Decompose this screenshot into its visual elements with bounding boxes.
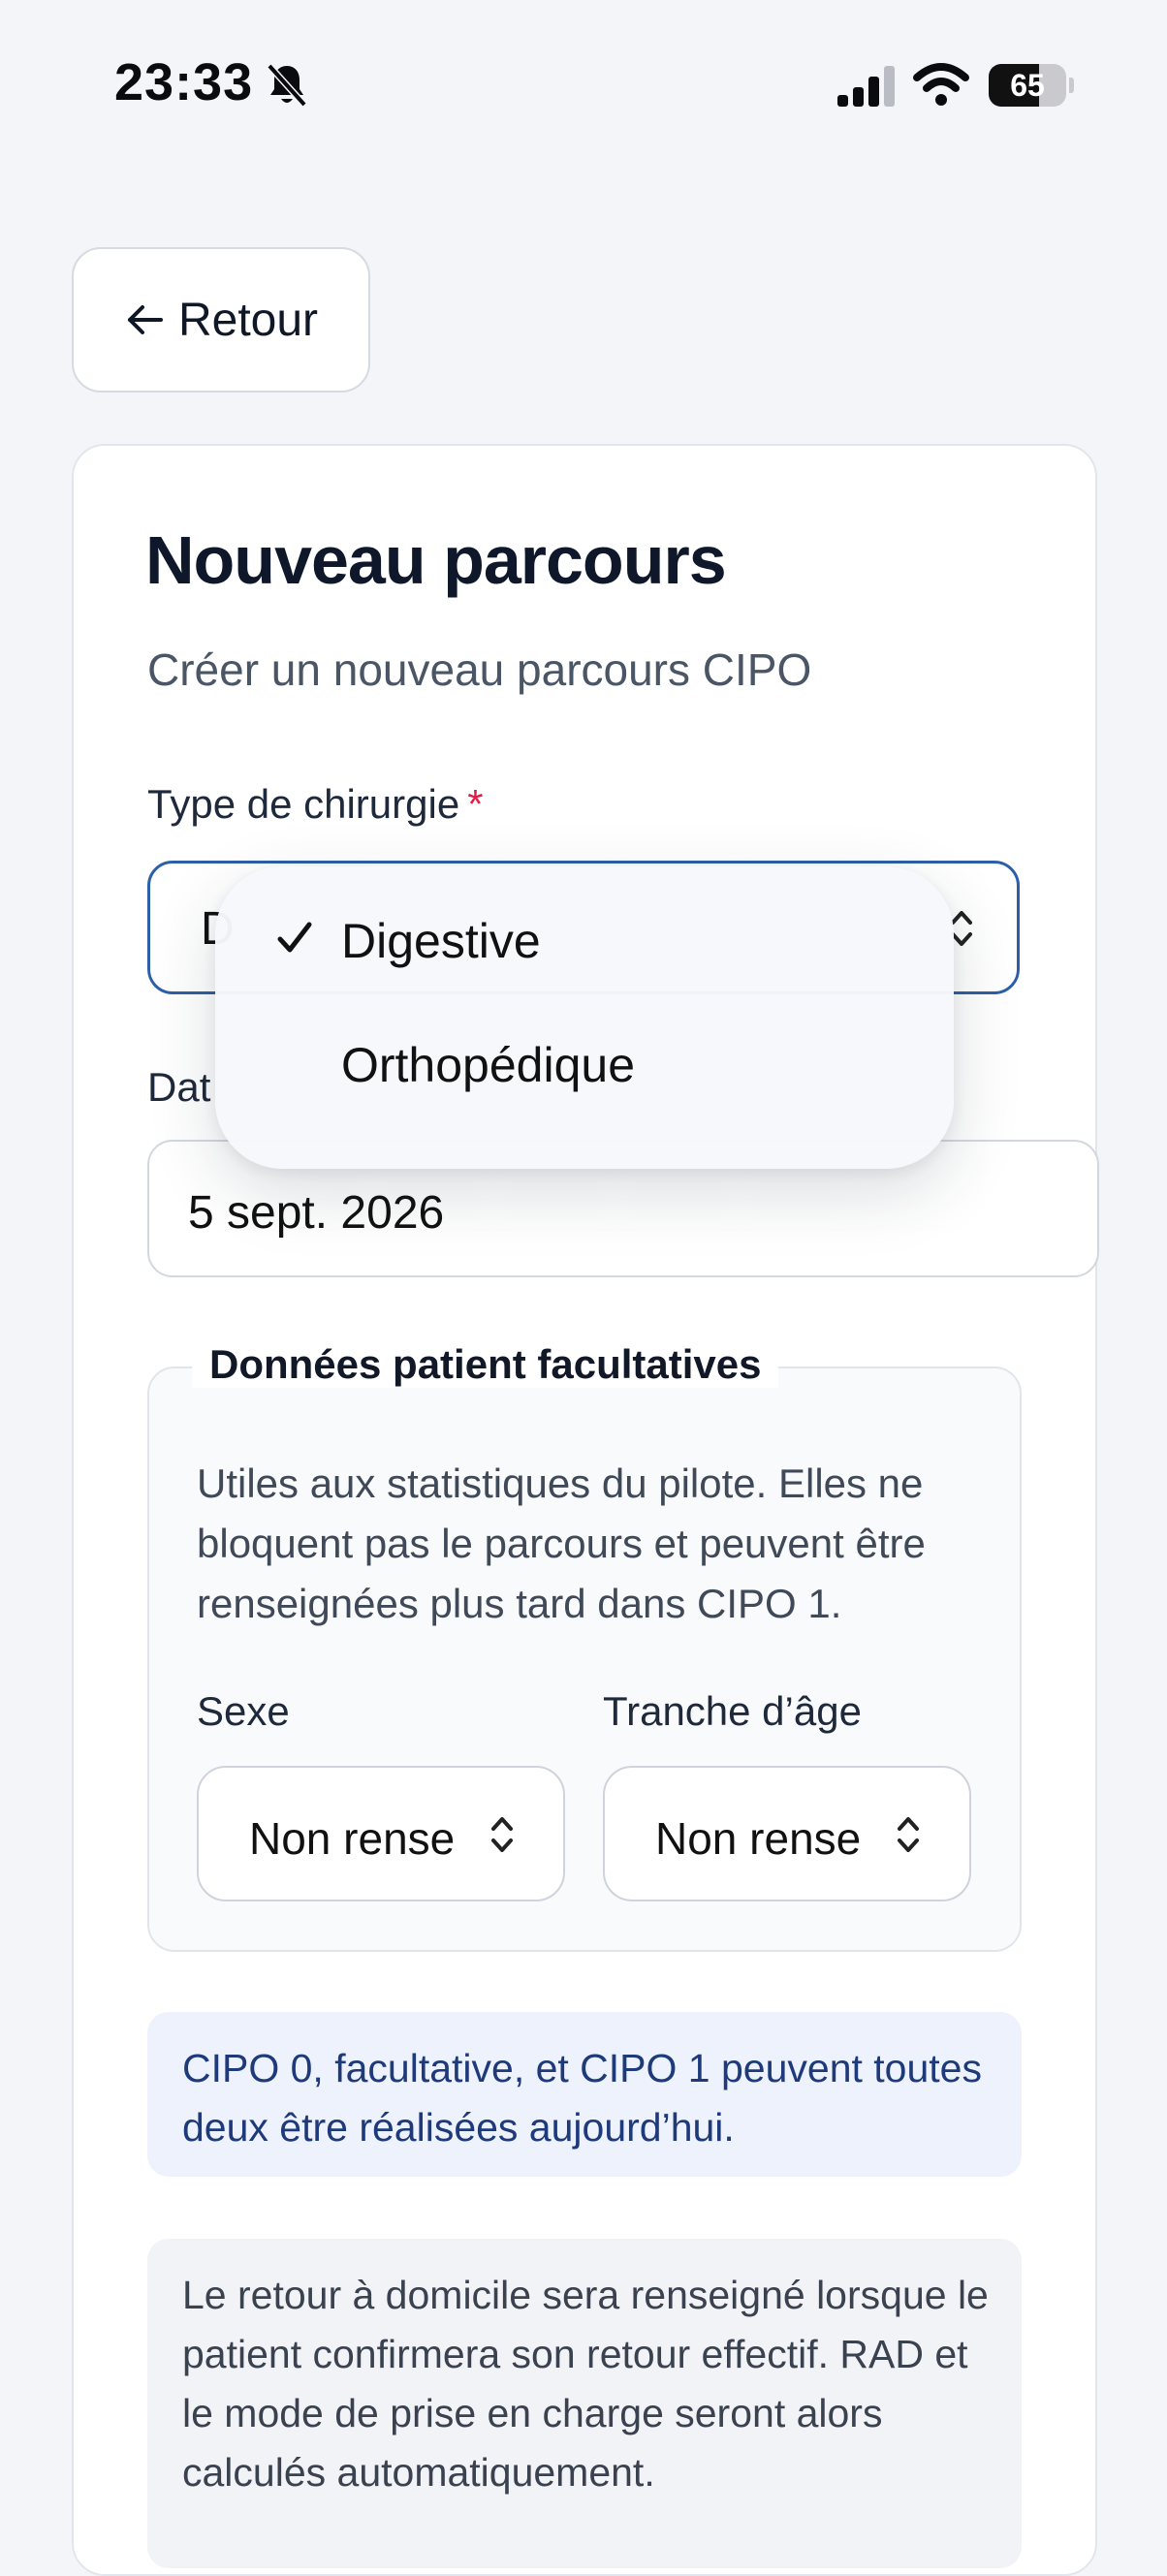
optional-data-help-text: Utiles aux statistiques du pilote. Elles… bbox=[197, 1461, 926, 1626]
page-title: Nouveau parcours bbox=[145, 522, 727, 598]
info-message-text: CIPO 0, facultative, et CIPO 1 peuvent t… bbox=[182, 2046, 982, 2150]
wifi-icon bbox=[913, 63, 969, 106]
arrow-left-icon bbox=[127, 305, 163, 334]
dropdown-option-label: Orthopédique bbox=[341, 1038, 636, 1092]
sex-value: Non rense bbox=[249, 1813, 456, 1864]
date-value: 5 sept. 2026 bbox=[188, 1187, 445, 1239]
dropdown-option-label: Digestive bbox=[341, 914, 541, 968]
sex-label: Sexe bbox=[197, 1688, 290, 1734]
surgery-type-dropdown-menu: Digestive Orthopédique bbox=[215, 866, 954, 1169]
battery-level: 65 bbox=[1010, 68, 1045, 103]
note-message-box: Le retour à domicile sera renseigné lors… bbox=[147, 2239, 1022, 2568]
back-button-label: Retour bbox=[177, 294, 319, 346]
surgery-type-label: Type de chirurgie * bbox=[147, 781, 484, 827]
info-message-box: CIPO 0, facultative, et CIPO 1 peuvent t… bbox=[147, 2012, 1022, 2177]
date-label: Dat bbox=[147, 1064, 211, 1110]
status-time: 23:33 bbox=[114, 53, 254, 111]
checkmark-icon bbox=[277, 922, 312, 953]
signal-icon bbox=[837, 66, 895, 107]
status-bar: 23:33 65 bbox=[0, 0, 1167, 174]
chevron-updown-icon bbox=[898, 1817, 919, 1852]
chevron-updown-icon bbox=[491, 1817, 513, 1852]
note-message-text: Le retour à domicile sera renseigné lors… bbox=[182, 2273, 989, 2495]
bell-slash-icon bbox=[267, 63, 307, 108]
back-button[interactable]: Retour bbox=[72, 247, 370, 393]
optional-patient-data-legend: Données patient facultatives bbox=[192, 1341, 779, 1388]
sex-select[interactable]: Non rense bbox=[197, 1766, 565, 1901]
age-range-label: Tranche d’âge bbox=[603, 1688, 862, 1734]
dropdown-option-digestive[interactable]: Digestive bbox=[215, 886, 954, 992]
age-range-select[interactable]: Non rense bbox=[603, 1766, 971, 1901]
age-range-value: Non rense bbox=[655, 1813, 862, 1864]
required-marker: * bbox=[467, 781, 484, 827]
page-subtitle: Créer un nouveau parcours CIPO bbox=[147, 644, 812, 695]
dropdown-option-orthopedique[interactable]: Orthopédique bbox=[215, 1010, 954, 1116]
battery-icon: 65 bbox=[989, 64, 1074, 107]
